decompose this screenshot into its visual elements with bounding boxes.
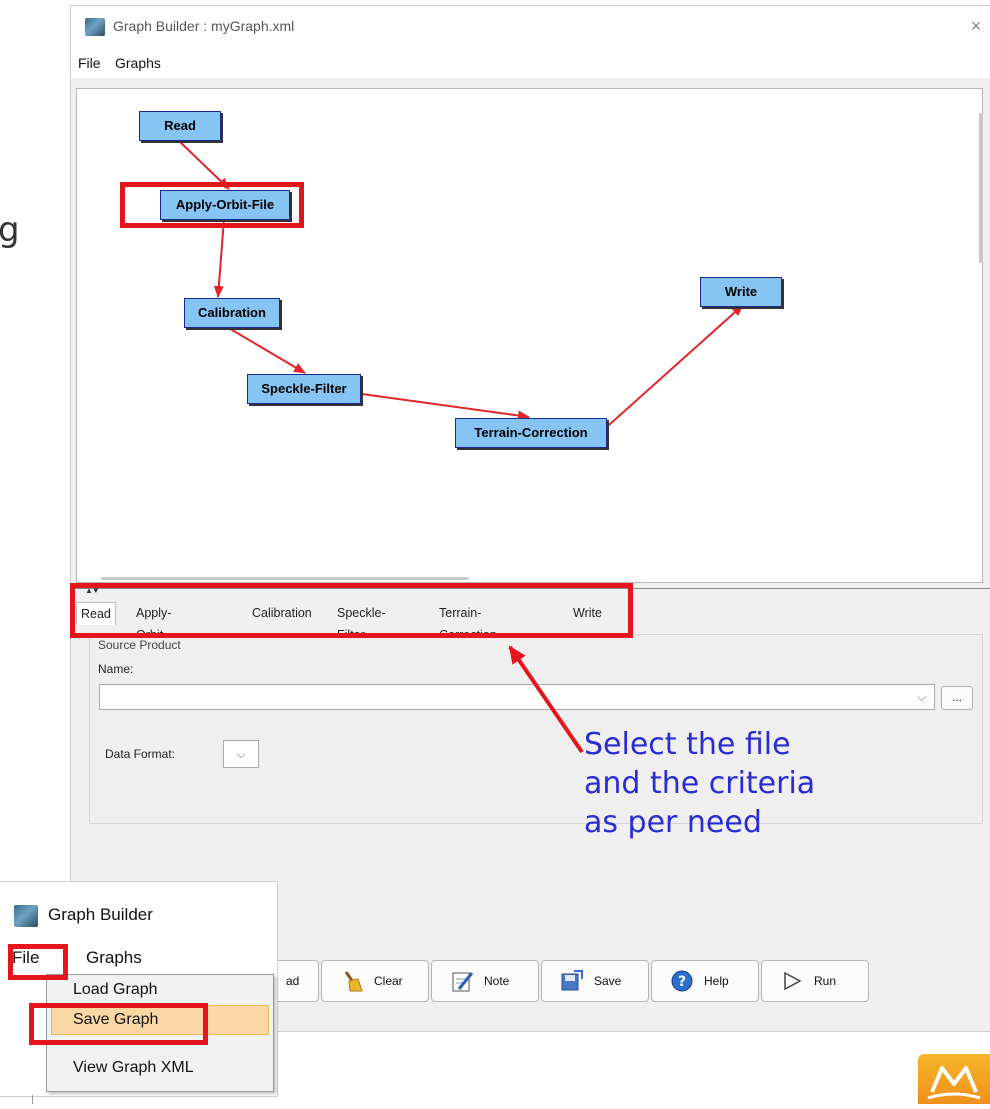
annotation-line-3: as per need bbox=[584, 805, 762, 840]
file-menu-inset: Graph Builder File Graphs Load Graph Sav… bbox=[0, 882, 277, 1096]
menu-item-view-graph-xml[interactable]: View Graph XML bbox=[73, 1059, 194, 1077]
menu-graphs[interactable]: Graphs bbox=[115, 55, 161, 71]
play-icon bbox=[784, 971, 802, 991]
run-button-label: Run bbox=[814, 974, 837, 988]
menu-item-load-graph[interactable]: Load Graph bbox=[73, 981, 158, 999]
inset-window-title: Graph Builder bbox=[48, 905, 153, 924]
close-icon[interactable]: × bbox=[965, 14, 987, 38]
app-icon bbox=[85, 18, 105, 36]
data-format-label: Data Format: bbox=[105, 747, 176, 761]
run-button[interactable]: Run bbox=[761, 960, 869, 1002]
edge-calibration-speckle bbox=[226, 326, 306, 374]
node-calibration[interactable]: Calibration bbox=[184, 298, 280, 328]
annotation-text: Select the file and the criteria as per … bbox=[584, 725, 904, 842]
data-format-select[interactable]: ⌵ bbox=[223, 740, 259, 768]
logo-icon bbox=[918, 1054, 990, 1104]
help-button[interactable]: ? Help bbox=[651, 960, 759, 1002]
section-label: Source Product bbox=[98, 638, 181, 652]
clipped-text: g bbox=[0, 210, 20, 250]
note-button[interactable]: Note bbox=[431, 960, 539, 1002]
app-icon bbox=[14, 905, 38, 927]
horizontal-scrollbar[interactable] bbox=[101, 577, 469, 580]
annotation-line-1: Select the file bbox=[584, 727, 791, 762]
menu-bar: File Graphs bbox=[71, 48, 990, 78]
graph-edges bbox=[178, 140, 744, 426]
edge-speckle-terrain bbox=[361, 393, 530, 421]
note-icon bbox=[452, 972, 474, 992]
broom-icon bbox=[344, 971, 363, 992]
name-label: Name: bbox=[98, 662, 134, 676]
vertical-scrollbar[interactable] bbox=[979, 113, 983, 263]
node-write[interactable]: Write bbox=[700, 277, 782, 307]
clear-button[interactable]: Clear bbox=[321, 960, 429, 1002]
clear-button-label: Clear bbox=[374, 974, 403, 988]
edge-terrain-write bbox=[608, 304, 744, 426]
save-button-label: Save bbox=[594, 974, 622, 988]
chevron-down-icon[interactable]: ⌵ bbox=[917, 690, 926, 705]
highlight-file-menu bbox=[8, 944, 68, 980]
graph-builder-window: Graph Builder : myGraph.xml × File Graph… bbox=[70, 5, 990, 1032]
graph-canvas[interactable]: Read Apply-Orbit-File Calibration Speckl… bbox=[76, 88, 983, 583]
svg-text:?: ? bbox=[678, 974, 686, 990]
browse-button[interactable]: ... bbox=[941, 686, 973, 710]
node-read[interactable]: Read bbox=[139, 111, 221, 141]
help-button-label: Help bbox=[704, 974, 729, 988]
note-button-label: Note bbox=[484, 974, 510, 988]
annotation-line-2: and the criteria bbox=[584, 766, 816, 801]
node-terrain-correction[interactable]: Terrain-Correction bbox=[455, 418, 607, 448]
help-icon: ? bbox=[671, 970, 693, 992]
name-combobox[interactable] bbox=[99, 684, 935, 710]
menu-file[interactable]: File bbox=[78, 55, 101, 71]
highlight-save-graph bbox=[29, 1003, 208, 1045]
load-button-label: ad bbox=[286, 974, 300, 988]
inset-menu-graphs[interactable]: Graphs bbox=[86, 948, 142, 968]
window-title: Graph Builder : myGraph.xml bbox=[113, 18, 295, 34]
title-bar: Graph Builder : myGraph.xml × bbox=[71, 6, 990, 48]
highlight-apply-orbit-file bbox=[120, 182, 304, 228]
save-icon bbox=[561, 970, 583, 991]
highlight-tabs bbox=[70, 583, 633, 638]
save-button[interactable]: Save bbox=[541, 960, 649, 1002]
edge-apply-calibration bbox=[213, 218, 225, 298]
inset-edge bbox=[32, 1095, 33, 1104]
node-speckle-filter[interactable]: Speckle-Filter bbox=[247, 374, 361, 404]
